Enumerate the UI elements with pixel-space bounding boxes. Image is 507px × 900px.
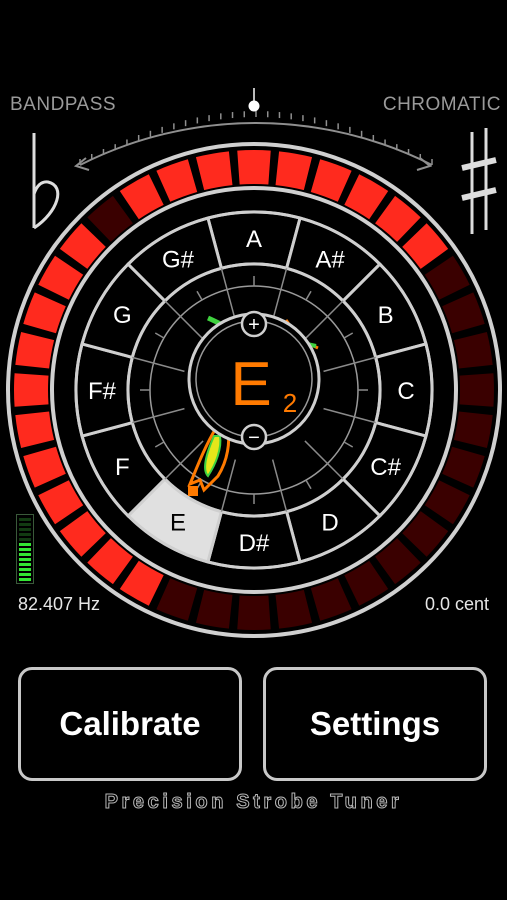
level-segment: [19, 528, 31, 531]
fine-tune-down-button[interactable]: −: [240, 423, 268, 451]
minus-icon: −: [248, 427, 260, 449]
note-label: A: [246, 226, 262, 253]
note-label: B: [378, 302, 394, 329]
input-level-meter: [16, 514, 34, 584]
note-label: E: [170, 510, 186, 537]
current-note-octave: 2: [283, 388, 297, 418]
level-segment: [19, 573, 31, 576]
calibrate-button[interactable]: Calibrate: [18, 667, 242, 781]
app-title: Precision Strobe Tuner: [104, 791, 403, 814]
note-label: C#: [370, 454, 401, 481]
note-label: D: [321, 510, 338, 537]
frequency-readout: 82.407 Hz: [18, 594, 101, 614]
note-label: C: [397, 378, 414, 405]
level-segment: [19, 553, 31, 556]
cents-readout: 0.0 cent: [424, 594, 489, 614]
arrow-right-icon: [416, 157, 433, 171]
note-label: F: [115, 454, 130, 481]
note-label: D#: [239, 530, 270, 557]
level-segment: [19, 558, 31, 561]
note-label: A#: [315, 246, 345, 273]
level-segment: [19, 548, 31, 551]
level-segment: [19, 518, 31, 521]
mode-slider-knob: [248, 100, 260, 112]
plus-icon: +: [248, 314, 260, 336]
level-segment: [19, 543, 31, 546]
strobe-segment: [14, 373, 49, 407]
strobe-segment: [237, 149, 271, 185]
note-label: F#: [88, 378, 117, 405]
note-label: G#: [162, 246, 195, 273]
level-segment: [19, 523, 31, 526]
note-label: G: [113, 302, 132, 329]
strobe-segment: [237, 595, 271, 630]
flat-icon: [32, 133, 60, 230]
level-segment: [19, 568, 31, 571]
fine-tune-up-button[interactable]: +: [240, 310, 268, 338]
sharp-icon: [461, 128, 497, 234]
level-segment: [19, 578, 31, 581]
level-segment: [19, 563, 31, 566]
level-segment: [19, 533, 31, 536]
strobe-segment: [459, 373, 494, 407]
tuner-dial: A A# B C C# D D# E F F# G G# E 2 + −: [6, 88, 502, 638]
level-segment: [19, 538, 31, 541]
current-note-letter: E: [230, 350, 271, 419]
settings-button[interactable]: Settings: [263, 667, 487, 781]
